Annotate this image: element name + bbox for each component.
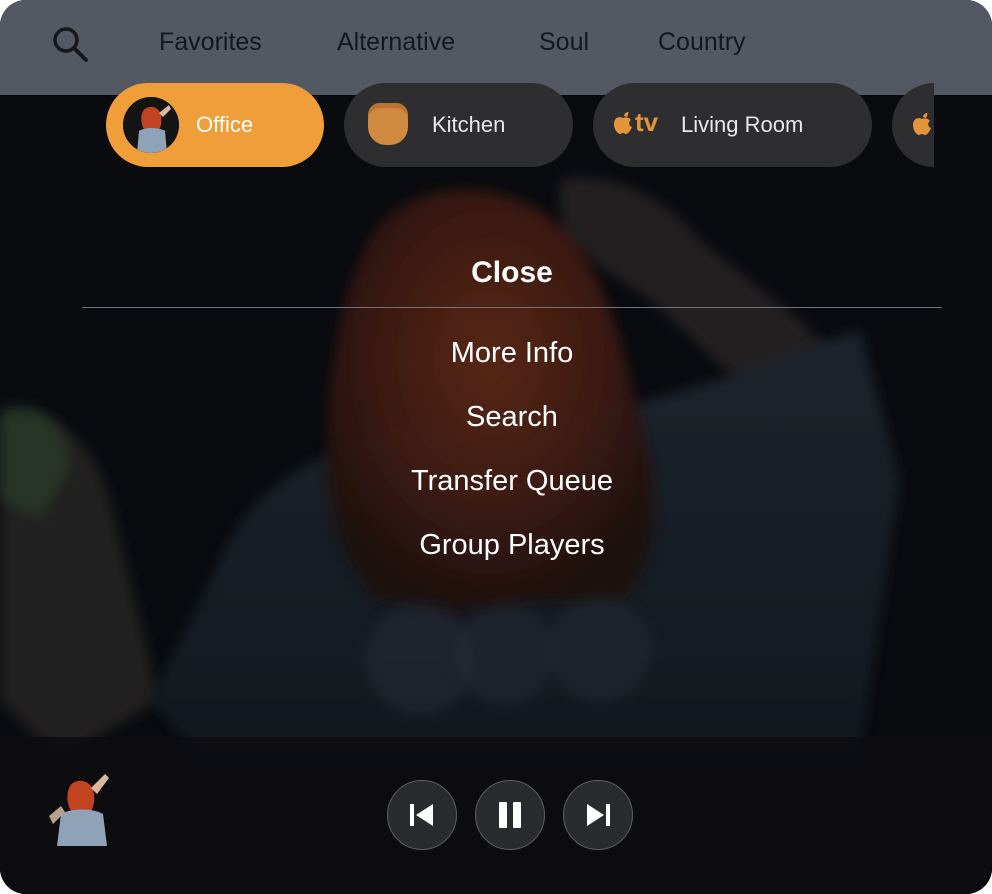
tab-alternative[interactable]: Alternative [337,24,455,60]
skip-back-icon [410,804,433,826]
player-app: Favorites Alternative Soul Country Offic… [0,0,992,894]
player-office[interactable]: Office [106,83,324,167]
menu-item-group-players[interactable]: Group Players [0,529,992,562]
player-label: Living Room [681,112,804,137]
search-button[interactable] [48,22,92,66]
homepod-icon [368,103,408,145]
tab-favorites[interactable]: Favorites [159,24,262,60]
tv-text: tv [635,107,659,137]
tab-country[interactable]: Country [658,24,746,60]
apple-logo-icon [913,113,931,135]
player-kitchen[interactable]: Kitchen [344,83,573,167]
player-selector: Office Kitchen tv Living Room [106,83,934,167]
player-label: Kitchen [432,112,506,137]
player-living-room[interactable]: tv Living Room [593,83,872,167]
skip-forward-icon [587,804,610,826]
menu-item-transfer-queue[interactable]: Transfer Queue [0,465,992,498]
apple-logo-icon [614,111,632,134]
previous-button[interactable] [387,780,457,850]
close-menu-button[interactable]: Close [0,256,992,290]
apple-tv-icon: tv [613,107,658,138]
menu-item-more-info[interactable]: More Info [0,337,992,370]
player-label: Office [196,112,254,137]
now-playing-artwork[interactable] [41,766,122,846]
player-partial[interactable] [892,83,934,167]
pause-icon [499,802,521,828]
menu-divider [82,307,942,308]
category-bar: Favorites Alternative Soul Country [0,0,992,95]
menu-item-search[interactable]: Search [0,401,992,434]
pause-button[interactable] [475,780,545,850]
next-button[interactable] [563,780,633,850]
album-art-avatar [123,97,179,153]
tab-soul[interactable]: Soul [539,24,589,60]
magnifier-icon [53,27,88,62]
